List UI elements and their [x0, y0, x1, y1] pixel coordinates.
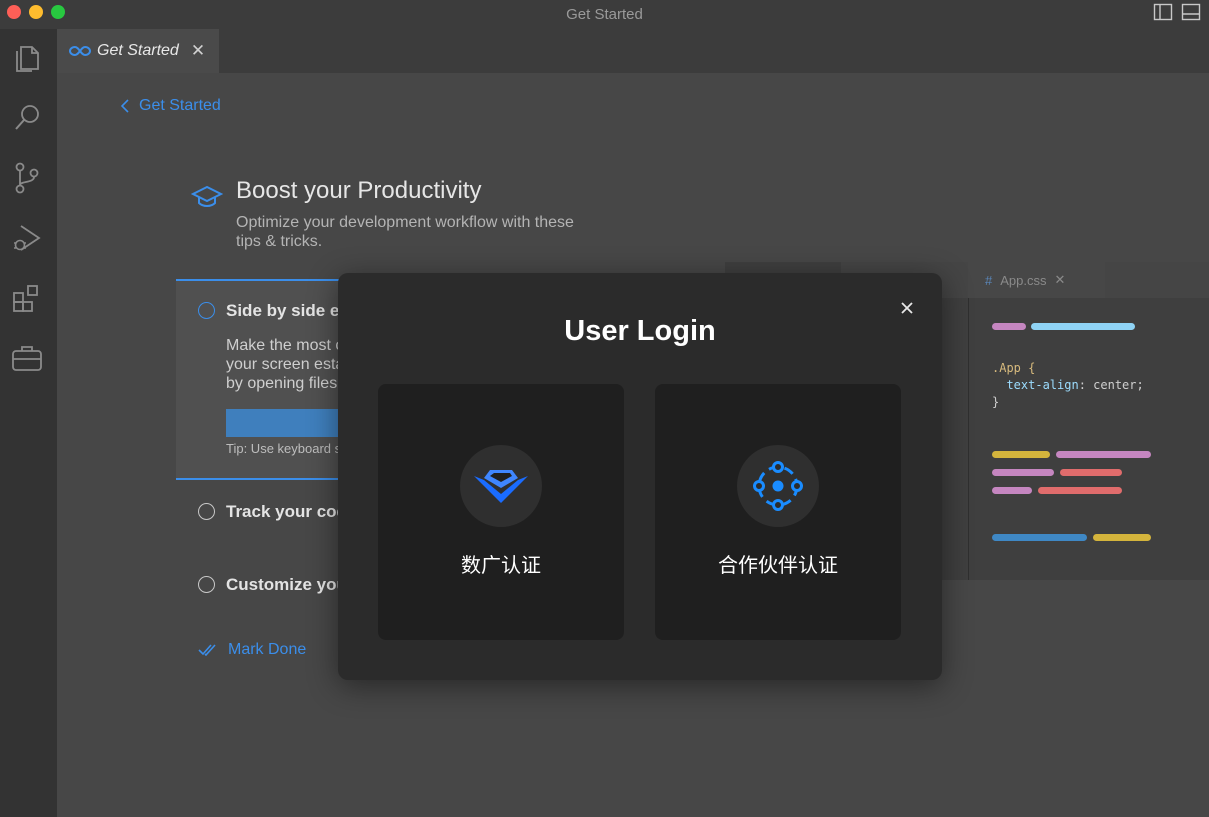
code-bar: [992, 487, 1032, 494]
step-radio[interactable]: [198, 302, 215, 319]
step-title[interactable]: Customize your editor: [226, 575, 346, 595]
welcome-icon: [69, 45, 91, 57]
code-bar: [992, 323, 1026, 330]
code-bar: [1031, 323, 1135, 330]
activity-bar: [0, 29, 57, 817]
double-check-icon: [198, 644, 216, 656]
preview-tab-close: ✕: [1054, 272, 1066, 287]
code-value: center;: [1093, 378, 1144, 392]
step-radio[interactable]: [198, 503, 215, 520]
card-label: 合作伙伴认证: [718, 553, 838, 577]
explorer-icon[interactable]: [10, 41, 44, 75]
login-option-partner[interactable]: 合作伙伴认证: [655, 384, 901, 640]
code-bar: [1060, 469, 1122, 476]
run-debug-icon[interactable]: [10, 221, 44, 255]
preview-divider: [968, 298, 969, 580]
chevron-left-icon: [121, 99, 129, 113]
tab-get-started[interactable]: Get Started ✕: [57, 29, 219, 73]
code-property: text-align: [1006, 378, 1079, 392]
preview-tab-label: App.css: [1000, 272, 1047, 288]
step-title: Side by side editing: [226, 301, 346, 320]
maximize-window-button[interactable]: [51, 5, 65, 19]
modal-title: User Login: [564, 315, 716, 347]
preview-tab: # App.css ✕: [968, 262, 1105, 298]
shuguang-logo-icon: [460, 445, 542, 527]
page-title: Boost your Productivity: [236, 177, 482, 204]
back-link[interactable]: Get Started: [121, 97, 221, 115]
code-bar: [1038, 487, 1122, 494]
login-option-shuguang[interactable]: 数广认证: [378, 384, 624, 640]
close-icon[interactable]: [897, 298, 917, 318]
partner-network-icon: [737, 445, 819, 527]
step-radio[interactable]: [198, 576, 215, 593]
toggle-sidebar-icon[interactable]: [1153, 3, 1173, 21]
code-bar: [992, 469, 1054, 476]
close-window-button[interactable]: [7, 5, 21, 19]
card-label: 数广认证: [461, 553, 541, 577]
page-subtitle: Optimize your development workflow with …: [236, 214, 574, 250]
editor-tab-bar: Get Started ✕: [57, 29, 1209, 73]
search-icon[interactable]: [10, 101, 44, 135]
mortarboard-icon: [191, 185, 223, 207]
tab-label: Get Started: [97, 42, 179, 59]
code-snippet: .App { text-align: center; }: [992, 361, 1144, 409]
window-controls: [7, 5, 65, 19]
mark-done-label: Mark Done: [228, 641, 307, 658]
source-control-icon[interactable]: [10, 161, 44, 195]
step-action-button[interactable]: [226, 409, 346, 437]
toolbox-icon[interactable]: [10, 341, 44, 375]
title-bar: Get Started: [0, 0, 1209, 29]
back-link-label: Get Started: [139, 97, 221, 114]
code-bar: [992, 534, 1087, 541]
mark-done-button[interactable]: Mark Done: [198, 641, 306, 659]
code-bar: [1093, 534, 1151, 541]
step-title[interactable]: Track your code: [226, 502, 346, 522]
minimize-window-button[interactable]: [29, 5, 43, 19]
window-title: Get Started: [566, 6, 643, 23]
code-selector: .App {: [992, 361, 1036, 375]
toggle-panel-icon[interactable]: [1181, 3, 1201, 21]
code-bar: [1056, 451, 1151, 458]
tab-close-icon[interactable]: ✕: [191, 41, 205, 61]
extensions-icon[interactable]: [10, 281, 44, 315]
preview-tab-hash: #: [985, 272, 993, 288]
login-modal: User Login 数广认证 合作伙伴认证: [338, 273, 942, 680]
code-close: }: [992, 395, 1000, 409]
step-tip: Tip: Use keyboard shortcut: [226, 441, 346, 456]
code-bar: [992, 451, 1050, 458]
